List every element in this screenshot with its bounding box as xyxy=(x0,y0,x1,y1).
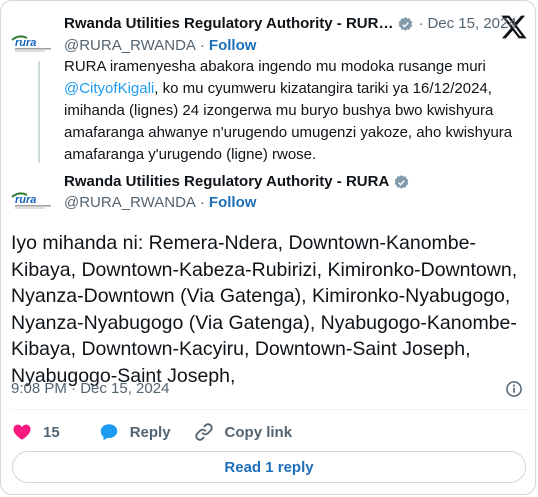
copy-link-label: Copy link xyxy=(224,423,293,441)
like-count: 15 xyxy=(43,423,60,441)
verified-badge-icon xyxy=(399,16,413,31)
handle-row: @RURA_RWANDA · Follow xyxy=(64,36,256,56)
reply-label: Reply xyxy=(129,423,171,441)
embedded-tweet-card: rura Rwanda Utilities Regulatory Authori… xyxy=(0,0,536,495)
separator-dot: · xyxy=(418,15,424,32)
logo-text: rura xyxy=(15,194,36,206)
verified-badge-icon xyxy=(395,174,409,189)
rura-logo-icon: rura xyxy=(11,35,51,52)
logo-text: rura xyxy=(15,37,36,49)
author-row: Rwanda Utilities Regulatory Authority - … xyxy=(64,14,517,34)
avatar[interactable]: rura xyxy=(9,184,57,214)
like-button[interactable]: 15 xyxy=(11,421,60,443)
action-bar: 15 Reply Copy link xyxy=(11,420,292,444)
follow-button[interactable]: Follow xyxy=(209,193,257,213)
divider xyxy=(11,409,527,410)
thread-connector-line xyxy=(38,61,40,163)
heart-icon xyxy=(13,424,31,440)
handle-row: @RURA_RWANDA · Follow xyxy=(64,193,256,213)
separator-dot: · xyxy=(199,37,205,54)
read-replies-button[interactable]: Read 1 reply xyxy=(12,451,526,483)
parent-tweet-text: RURA iramenyesha abakora ingendo mu modo… xyxy=(64,56,524,166)
follow-button[interactable]: Follow xyxy=(209,36,257,56)
copy-link-button[interactable]: Copy link xyxy=(193,421,293,443)
author-row: Rwanda Utilities Regulatory Authority - … xyxy=(64,172,410,192)
author-display-name[interactable]: Rwanda Utilities Regulatory Authority - … xyxy=(64,14,393,34)
link-icon xyxy=(194,423,213,441)
avatar[interactable]: rura xyxy=(9,27,57,57)
tweet-date[interactable]: Dec 15, 2024 xyxy=(427,14,516,34)
rura-logo-icon: rura xyxy=(11,192,51,209)
tweet-timestamp[interactable]: 9:08 PM · Dec 15, 2024 xyxy=(11,379,169,399)
speech-bubble-icon xyxy=(100,424,117,441)
main-tweet-text: Iyo mihanda ni: Remera-Ndera, Downtown-K… xyxy=(11,232,518,387)
separator-dot: · xyxy=(199,194,205,211)
reply-button[interactable]: Reply xyxy=(98,421,171,443)
mention-link[interactable]: @CityofKigali xyxy=(64,80,154,97)
author-display-name[interactable]: Rwanda Utilities Regulatory Authority - … xyxy=(64,172,389,192)
info-icon[interactable] xyxy=(504,379,524,399)
tweet-text-part: RURA iramenyesha abakora ingendo mu modo… xyxy=(64,58,486,75)
author-handle[interactable]: @RURA_RWANDA xyxy=(64,193,196,213)
author-handle[interactable]: @RURA_RWANDA xyxy=(64,36,196,56)
